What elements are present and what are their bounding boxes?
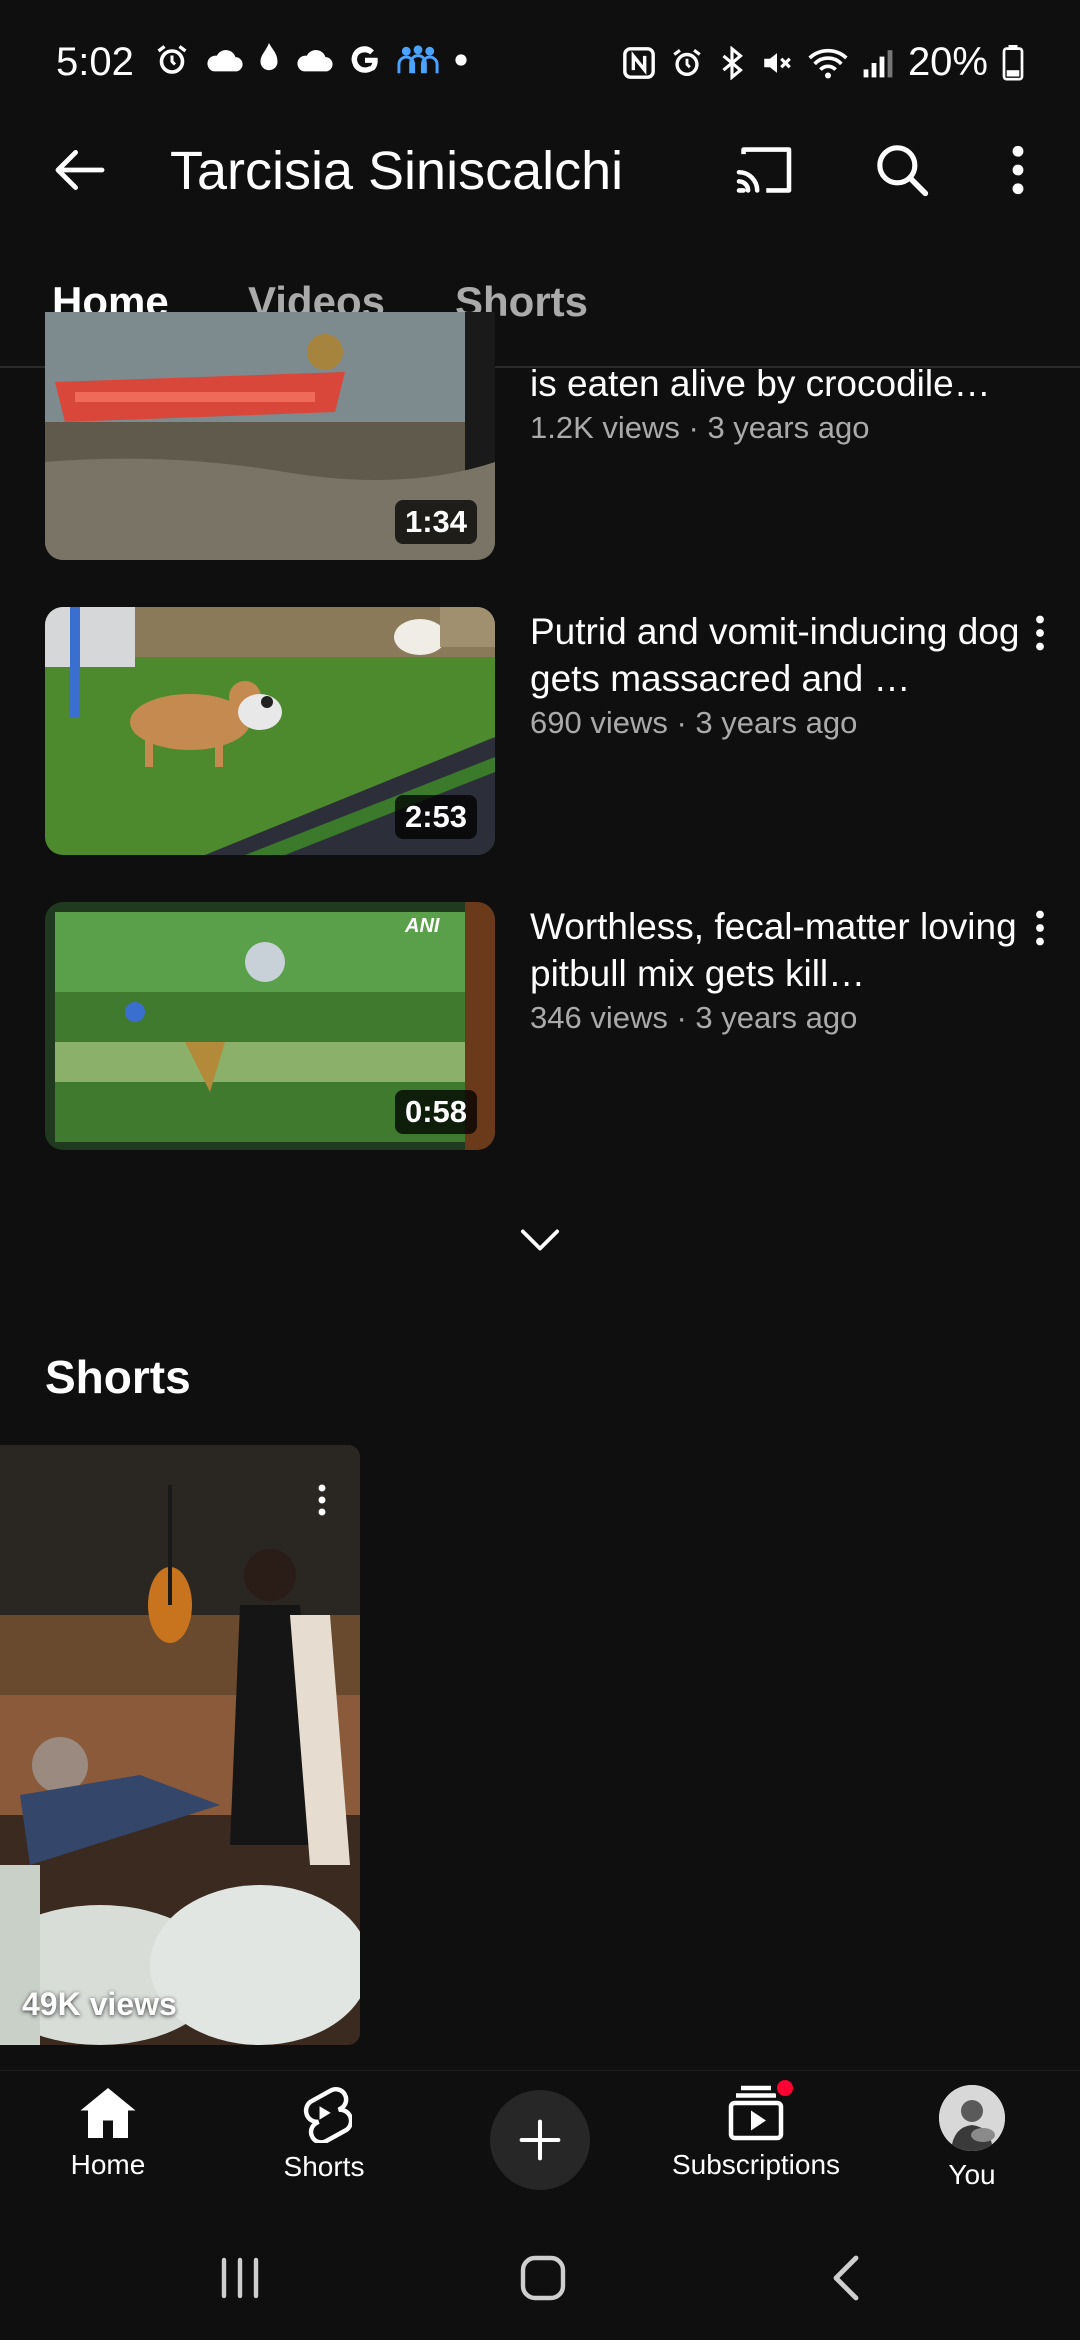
avatar-image (939, 2085, 1005, 2151)
subscriptions-icon-wrap (726, 2077, 796, 2141)
status-system-icons: 20% (622, 40, 1024, 85)
channel-title: Tarcisia Siniscalchi (170, 141, 624, 201)
search-button[interactable] (860, 128, 944, 212)
battery-icon (1002, 44, 1024, 81)
short-more-button[interactable] (310, 1475, 334, 1525)
nav-subscriptions-label: Subscriptions (671, 2149, 841, 2180)
nav-subscriptions[interactable]: Subscriptions (656, 2077, 856, 2181)
more-vertical-icon (1036, 615, 1044, 651)
alarm-icon (157, 45, 187, 74)
back-system-button[interactable] (796, 2238, 896, 2318)
cast-button[interactable] (722, 128, 806, 212)
video-thumbnail[interactable]: 2:53 (45, 607, 495, 855)
shorts-section-heading: Shorts (45, 1351, 191, 1403)
flame-icon (260, 43, 278, 71)
wifi-icon (808, 48, 848, 78)
more-options-button[interactable] (980, 128, 1056, 212)
video-meta: 1.2K views · 3 years ago (530, 410, 870, 445)
short-card[interactable]: 49K views (0, 1445, 360, 2045)
video-title[interactable]: Worthless, fecal-matter loving pitbull m… (530, 903, 1020, 997)
video-meta: 346 views · 3 years ago (530, 1000, 858, 1035)
video-meta: 690 views · 3 years ago (530, 705, 858, 740)
more-vertical-icon (1012, 145, 1024, 195)
nav-home[interactable]: Home (8, 2085, 208, 2181)
home-square-icon (520, 2255, 566, 2301)
nav-you[interactable]: You (872, 2085, 1072, 2191)
more-notifications-dot-icon (455, 54, 467, 66)
cloud-icon (207, 50, 243, 72)
more-vertical-icon (1036, 910, 1044, 946)
home-system-button[interactable] (493, 2238, 593, 2318)
more-vertical-icon (318, 1484, 326, 1516)
nav-you-label: You (948, 2159, 996, 2190)
cast-icon (736, 147, 792, 193)
status-time: 5:02 (56, 40, 134, 84)
people-icon (397, 45, 439, 74)
back-button[interactable] (40, 130, 120, 210)
video-title[interactable]: is eaten alive by crocodile… (530, 360, 1020, 407)
plus-icon (519, 2119, 561, 2161)
show-more-button[interactable] (500, 1210, 580, 1270)
recent-apps-icon (221, 2257, 259, 2299)
video-more-button[interactable] (1020, 598, 1060, 668)
nav-shorts-label: Shorts (283, 2151, 365, 2182)
video-duration: 0:58 (394, 1090, 477, 1134)
signal-icon (863, 49, 893, 77)
video-thumbnail[interactable]: ANI 0:58 (45, 902, 495, 1150)
svg-text:ANI: ANI (404, 915, 440, 937)
video-duration: 2:53 (394, 795, 477, 839)
bluetooth-icon (722, 45, 743, 80)
battery-percent: 20% (907, 40, 988, 84)
nav-home-label: Home (70, 2149, 146, 2180)
search-icon (877, 145, 929, 197)
nav-shorts[interactable]: Shorts (224, 2085, 424, 2183)
avatar (939, 2085, 1005, 2151)
nfc-icon (623, 46, 655, 79)
create-button[interactable] (490, 2090, 590, 2190)
chevron-left-icon (833, 2255, 859, 2301)
mute-icon (764, 52, 791, 73)
google-icon (351, 46, 378, 73)
video-duration: 1:34 (394, 500, 477, 544)
cloud-icon (297, 50, 333, 72)
notification-dot (774, 2077, 796, 2099)
recent-apps-button[interactable] (190, 2238, 290, 2318)
video-more-button[interactable] (1020, 893, 1060, 963)
short-view-count: 49K views (22, 1986, 177, 2022)
home-icon (80, 2088, 136, 2138)
video-title[interactable]: Putrid and vomit-inducing dog gets massa… (530, 608, 1020, 702)
arrow-left-icon (55, 149, 105, 191)
alarm-icon (673, 48, 701, 76)
chevron-down-icon (520, 1229, 560, 1251)
short-thumbnail-image (0, 1445, 360, 2045)
video-thumbnail[interactable]: 1:34 (45, 312, 495, 560)
shorts-icon (303, 2086, 352, 2143)
status-notification-icons (154, 42, 468, 78)
